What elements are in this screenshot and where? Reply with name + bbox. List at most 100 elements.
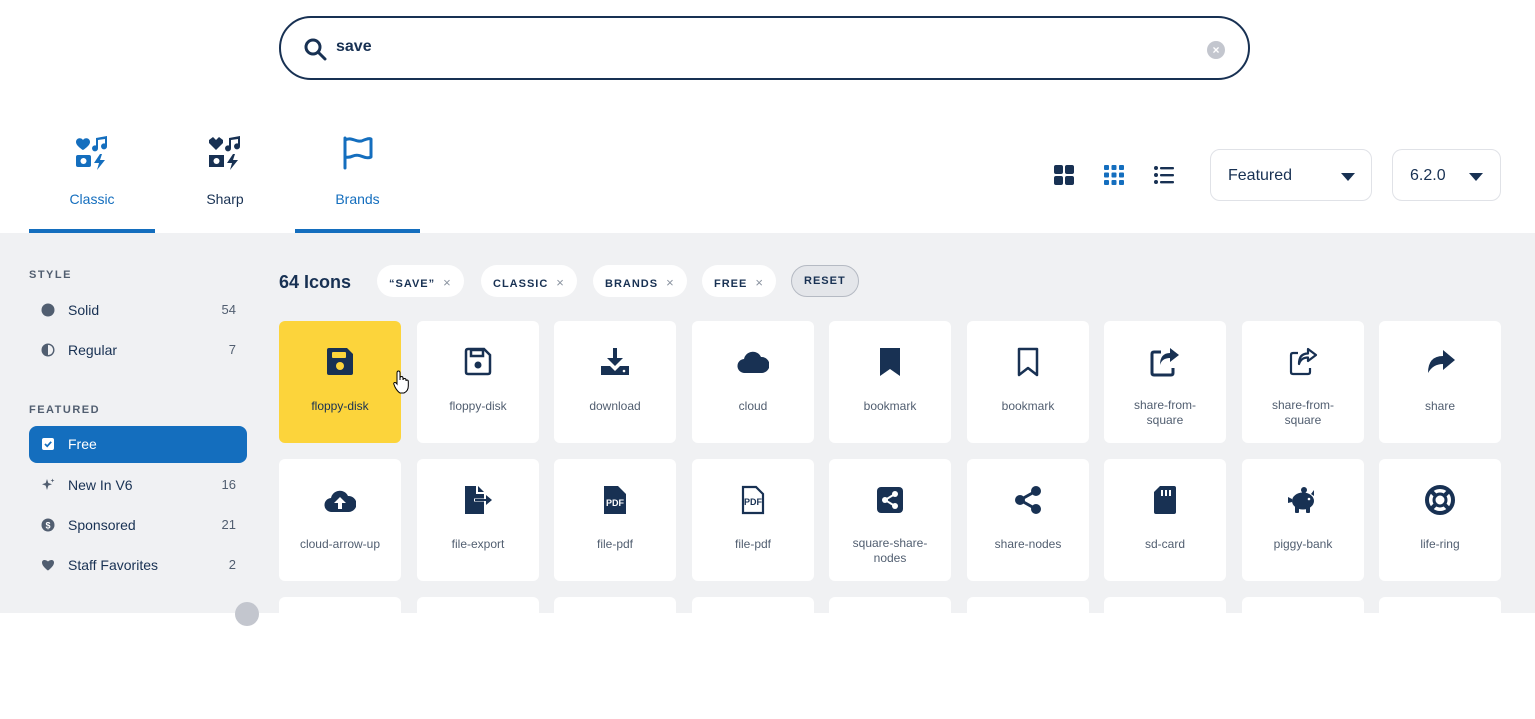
sidebar-item-label: Sponsored (68, 517, 136, 533)
icon-card[interactable]: share-from-square (1242, 321, 1364, 443)
tab-label: Brands (335, 191, 380, 207)
tab-sharp[interactable]: Sharp (162, 135, 288, 233)
sidebar-item-regular[interactable]: Regular 7 (29, 332, 247, 368)
sidebar-item-staff-favorites[interactable]: Staff Favorites 2 (29, 547, 247, 583)
icon-card[interactable]: cloud (692, 321, 814, 443)
svg-text:PDF: PDF (744, 497, 763, 507)
reset-button[interactable]: RESET (791, 265, 859, 297)
icon-name: cloud (738, 399, 768, 413)
close-icon[interactable]: × (556, 275, 565, 290)
sort-dropdown[interactable]: Featured (1210, 149, 1372, 201)
icon-card[interactable]: share-nodes (967, 459, 1089, 581)
check-square-icon (42, 438, 54, 450)
collapse-sidebar-button[interactable] (235, 602, 259, 626)
sidebar-item-free[interactable]: Free (29, 426, 247, 463)
sd-card-icon (1154, 486, 1176, 514)
clear-search-icon[interactable]: × (1207, 41, 1225, 59)
tab-classic[interactable]: Classic (29, 135, 155, 233)
icon-card[interactable] (1242, 597, 1364, 719)
filter-chip-label: FREE (714, 278, 748, 290)
icon-name: piggy-bank (1273, 537, 1333, 551)
floppy-disk-icon (327, 348, 353, 375)
sidebar-item-sponsored[interactable]: $ Sponsored 21 (29, 507, 247, 543)
icon-card[interactable] (417, 597, 539, 719)
icon-card[interactable] (279, 597, 401, 719)
tab-brands[interactable]: Brands (295, 135, 420, 233)
sort-value: Featured (1228, 167, 1293, 184)
filter-chip[interactable]: FREE × (702, 265, 776, 297)
icon-card[interactable]: bookmark (967, 321, 1089, 443)
icon-card[interactable]: PDF file-pdf (554, 459, 676, 581)
icon-name: bookmark (863, 399, 917, 413)
sidebar-item-label: Regular (68, 342, 118, 358)
share-from-square-icon (1289, 347, 1318, 376)
icon-card[interactable]: bookmark (829, 321, 951, 443)
icon-card[interactable]: floppy-disk (279, 321, 401, 443)
sidebar-item-label: Staff Favorites (68, 557, 159, 573)
bookmark-icon (1017, 347, 1039, 377)
sidebar-item-count: 7 (228, 342, 236, 357)
file-export-icon (465, 486, 492, 514)
version-value: 6.2.0 (1410, 167, 1446, 184)
life-ring-icon (1425, 485, 1455, 515)
list-icon[interactable] (1152, 163, 1176, 187)
cloud-arrow-up-icon (324, 490, 356, 513)
floppy-disk-icon (464, 347, 492, 376)
icon-card[interactable] (692, 597, 814, 719)
sidebar-item-label: Solid (68, 302, 100, 318)
icon-name: file-pdf (734, 537, 772, 551)
icon-name: share (1424, 399, 1456, 413)
close-icon[interactable]: × (755, 275, 764, 290)
icon-card[interactable]: sd-card (1104, 459, 1226, 581)
filter-chip[interactable]: CLASSIC × (481, 265, 577, 297)
featured-header: FEATURED (29, 404, 101, 416)
sidebar-item-new-in-v6[interactable]: New In V6 16 (29, 467, 247, 503)
icon-name: floppy-disk (449, 399, 507, 413)
filter-chip-label: “SAVE” (389, 278, 436, 290)
flag-icon (343, 136, 372, 170)
icon-card[interactable]: floppy-disk (417, 321, 539, 443)
icon-card[interactable]: download (554, 321, 676, 443)
tab-label: Classic (69, 191, 115, 207)
sparkles-icon (42, 478, 55, 490)
solid-circle-icon (41, 303, 55, 317)
sidebar-item-count: 16 (221, 477, 236, 492)
icon-card[interactable]: square-share-nodes (829, 459, 951, 581)
filter-chip[interactable]: “SAVE” × (377, 265, 464, 297)
style-header: STYLE (29, 269, 72, 281)
icon-name: download (589, 399, 641, 413)
square-share-nodes-icon (877, 487, 903, 513)
icon-card[interactable]: share-from-square (1104, 321, 1226, 443)
cloud-icon (737, 351, 769, 374)
svg-text:$: $ (45, 521, 50, 531)
large-grid-icon[interactable] (1052, 163, 1076, 187)
download-icon (601, 348, 629, 375)
sidebar-item-count: 21 (221, 517, 236, 532)
version-dropdown[interactable]: 6.2.0 (1392, 149, 1501, 201)
icon-card[interactable]: PDF file-pdf (692, 459, 814, 581)
icon-card[interactable] (1379, 597, 1501, 719)
icon-card[interactable] (1104, 597, 1226, 719)
icon-card[interactable] (554, 597, 676, 719)
icon-card[interactable] (967, 597, 1089, 719)
bookmark-icon (880, 348, 900, 376)
close-icon[interactable]: × (443, 275, 452, 290)
icon-card[interactable]: piggy-bank (1242, 459, 1364, 581)
icon-name: square-share-nodes (852, 536, 928, 565)
icon-card[interactable]: share (1379, 321, 1501, 443)
search-box[interactable]: save × (279, 16, 1250, 80)
sidebar-item-solid[interactable]: Solid 54 (29, 292, 247, 328)
filter-chip-label: CLASSIC (493, 278, 549, 290)
close-icon[interactable]: × (666, 275, 675, 290)
icon-card[interactable]: cloud-arrow-up (279, 459, 401, 581)
file-pdf-icon: PDF (741, 485, 765, 515)
search-input[interactable]: save (336, 38, 372, 56)
dollar-circle-icon: $ (41, 518, 55, 532)
filter-chip[interactable]: BRANDS × (593, 265, 687, 297)
small-grid-icon[interactable] (1102, 163, 1126, 187)
icon-name: file-pdf (596, 537, 634, 551)
icon-card[interactable]: file-export (417, 459, 539, 581)
icon-card[interactable] (829, 597, 951, 719)
tab-label: Sharp (206, 191, 244, 207)
icon-card[interactable]: life-ring (1379, 459, 1501, 581)
